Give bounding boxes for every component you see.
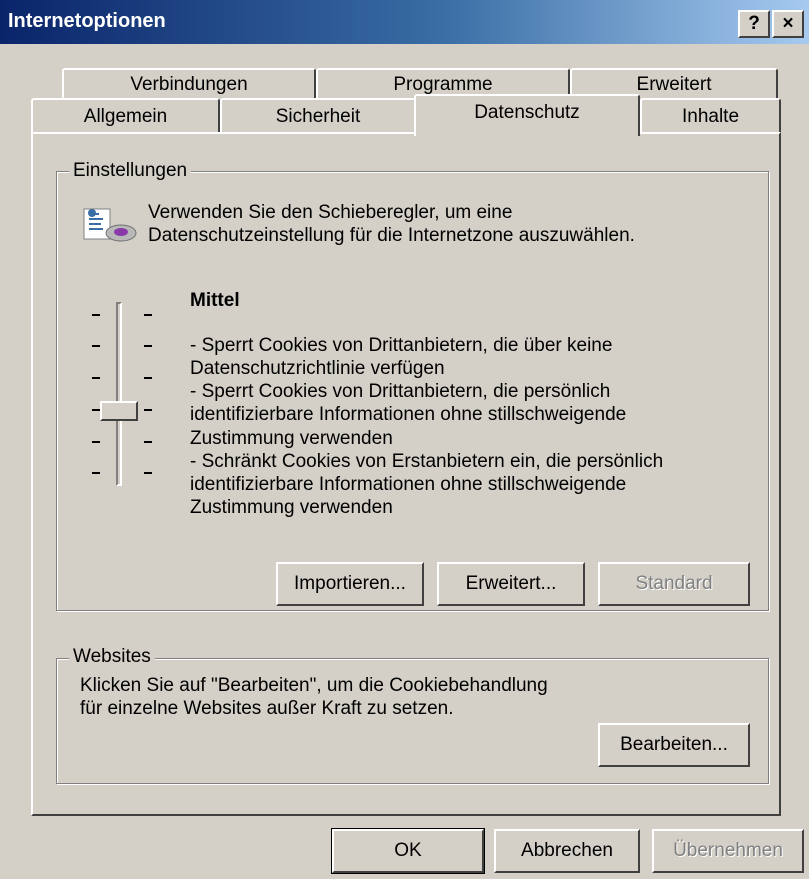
- close-icon: ×: [782, 13, 794, 34]
- level-line-4: identifizierbare Informationen ohne stil…: [190, 404, 627, 425]
- tab-label: Verbindungen: [130, 74, 248, 95]
- slider-tick: [92, 345, 100, 347]
- ok-button-label: OK: [394, 840, 422, 861]
- websites-description-line-1: Klicken Sie auf "Bearbeiten", um die Coo…: [80, 675, 548, 696]
- tab-allgemein[interactable]: Allgemein: [31, 98, 220, 132]
- tab-label: Programme: [393, 74, 493, 95]
- settings-description-line-2: Datenschutzeinstellung für die Internetz…: [148, 225, 635, 246]
- level-line-5: Zustimmung verwenden: [190, 428, 393, 449]
- default-button-label: Standard: [635, 573, 713, 594]
- websites-legend: Websites: [69, 646, 155, 668]
- tab-sicherheit[interactable]: Sicherheit: [220, 98, 416, 132]
- settings-legend: Einstellungen: [69, 160, 192, 182]
- default-button[interactable]: Standard: [598, 562, 750, 606]
- title-bar[interactable]: Internetoptionen ? ×: [0, 0, 809, 44]
- tab-label: Allgemein: [83, 106, 168, 127]
- level-line-6: - Schränkt Cookies von Erstanbietern ein…: [190, 451, 664, 472]
- advanced-button[interactable]: Erweitert...: [437, 562, 585, 606]
- tab-verbindungen[interactable]: Verbindungen: [62, 68, 316, 102]
- tab-label: Datenschutz: [474, 102, 580, 123]
- tab-datenschutz[interactable]: Datenschutz: [414, 94, 640, 136]
- tab-label: Sicherheit: [275, 106, 361, 127]
- websites-description-line-2: für einzelne Websites außer Kraft zu set…: [80, 698, 454, 719]
- edit-websites-button-label: Bearbeiten...: [620, 734, 728, 755]
- tab-label: Erweitert: [636, 74, 712, 95]
- settings-description-line-1: Verwenden Sie den Schieberegler, um eine: [148, 202, 513, 223]
- level-line-2: Datenschutzrichtlinie verfügen: [190, 358, 445, 379]
- level-line-8: Zustimmung verwenden: [190, 497, 393, 518]
- help-icon: ?: [748, 13, 760, 34]
- level-line-7: identifizierbare Informationen ohne stil…: [190, 474, 627, 495]
- import-button[interactable]: Importieren...: [276, 562, 424, 606]
- slider-tick: [92, 377, 100, 379]
- privacy-shield-icon: [80, 205, 140, 245]
- tab-inhalte[interactable]: Inhalte: [640, 98, 781, 132]
- apply-button-label: Übernehmen: [673, 840, 783, 861]
- slider-tick: [92, 441, 100, 443]
- slider-thumb[interactable]: [100, 401, 138, 421]
- tab-label: Inhalte: [681, 106, 740, 127]
- close-button[interactable]: ×: [772, 10, 804, 38]
- edit-websites-button[interactable]: Bearbeiten...: [598, 723, 750, 767]
- help-button[interactable]: ?: [738, 10, 770, 38]
- apply-button[interactable]: Übernehmen: [652, 829, 804, 873]
- window-title: Internetoptionen: [8, 10, 166, 32]
- slider-tick: [144, 377, 152, 379]
- level-line-3: - Sperrt Cookies von Drittanbietern, die…: [190, 381, 611, 402]
- advanced-button-label: Erweitert...: [465, 573, 557, 594]
- slider-tick: [144, 345, 152, 347]
- import-button-label: Importieren...: [294, 573, 406, 594]
- cancel-button[interactable]: Abbrechen: [494, 829, 640, 873]
- slider-tick: [144, 472, 152, 474]
- level-line-1: - Sperrt Cookies von Drittanbietern, die…: [190, 335, 613, 356]
- ok-button[interactable]: OK: [331, 828, 485, 874]
- slider-tick: [144, 441, 152, 443]
- slider-tick: [92, 472, 100, 474]
- slider-tick: [144, 409, 152, 411]
- slider-tick: [92, 409, 100, 411]
- slider-track[interactable]: [116, 302, 122, 486]
- cancel-button-label: Abbrechen: [521, 840, 613, 861]
- slider-tick: [144, 314, 152, 316]
- slider-tick: [92, 314, 100, 316]
- privacy-level-title: Mittel: [190, 290, 240, 311]
